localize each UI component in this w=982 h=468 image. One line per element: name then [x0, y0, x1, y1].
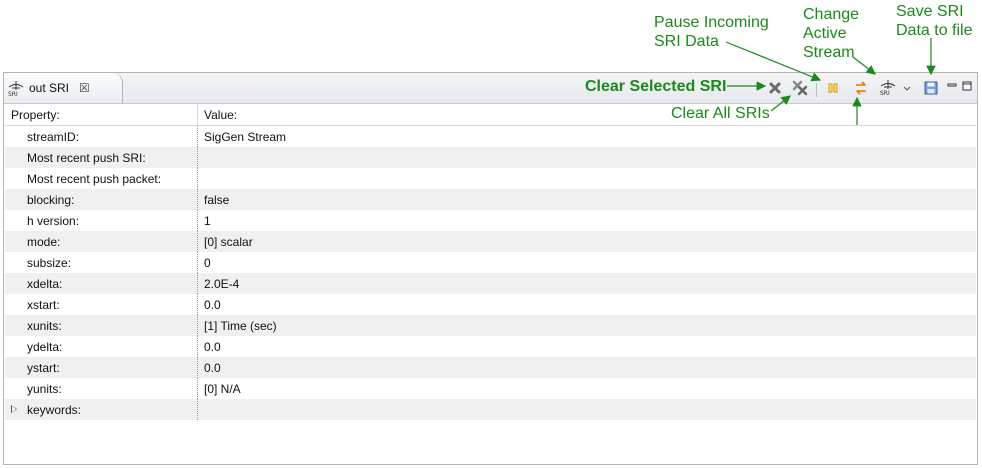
property-cell: xunits:	[5, 315, 198, 336]
table-row[interactable]: xdelta: 2.0E-4	[5, 273, 976, 294]
table-body: streamID: SigGen Stream Most recent push S…	[5, 126, 976, 420]
notify-push-sri-button[interactable]	[852, 79, 870, 97]
callout-change-line1: Change	[803, 6, 860, 23]
sri-antenna-icon: SRI	[880, 80, 896, 96]
property-cell: xdelta:	[5, 273, 198, 294]
table-row[interactable]: keywords:	[5, 399, 976, 420]
change-active-stream-dropdown[interactable]	[902, 79, 912, 97]
property-name: ydelta:	[27, 339, 63, 354]
pause-icon	[828, 83, 838, 93]
value-cell	[198, 147, 976, 168]
maximize-button[interactable]	[961, 77, 973, 95]
callout-save-line1: Save SRI	[896, 3, 964, 20]
property-table: Property: Value: streamID: SigGen Stream M…	[5, 104, 976, 463]
value-cell: 2.0E-4	[204, 276, 240, 291]
callout-pause-incoming: Pause Incoming SRI Data	[654, 13, 769, 51]
value-cell: 1	[204, 213, 211, 228]
value-cell: 0.0	[204, 360, 221, 375]
view-tab-bar: SRI out SRI ☒ SRI	[4, 73, 977, 104]
property-name: ystart:	[27, 360, 60, 375]
table-row[interactable]: ystart: 0.0	[5, 357, 976, 378]
property-name: blocking:	[27, 192, 75, 207]
property-cell: keywords:	[5, 399, 198, 420]
view-tab[interactable]: SRI out SRI ☒	[4, 73, 123, 103]
value-cell: [0] N/A	[204, 381, 241, 396]
property-cell: Most recent push packet:	[5, 168, 198, 189]
property-name: yunits:	[27, 381, 62, 396]
value-cell: 0.0	[204, 297, 221, 312]
sri-view: SRI out SRI ☒ SRI Property: Value: strea…	[3, 72, 978, 465]
table-row[interactable]: Most recent push packet:	[5, 168, 976, 189]
minimize-icon	[947, 83, 957, 87]
column-header-value[interactable]: Value:	[198, 104, 976, 125]
property-name: Most recent push packet:	[27, 171, 162, 186]
property-name: streamID:	[27, 129, 80, 144]
callout-save-sri: Save SRI Data to file	[896, 2, 972, 40]
property-cell: yunits:	[5, 378, 198, 399]
table-row[interactable]: ydelta: 0.0	[5, 336, 976, 357]
property-name: Most recent push SRI:	[27, 150, 146, 165]
expand-triangle-icon[interactable]	[11, 405, 17, 413]
callout-pause-line1: Pause Incoming	[654, 14, 769, 31]
property-cell: xstart:	[5, 294, 198, 315]
property-name: xdelta:	[27, 276, 63, 291]
double-x-icon	[792, 80, 808, 96]
view-tab-label: out SRI	[29, 81, 70, 95]
minimize-button[interactable]	[946, 77, 958, 95]
property-name: mode:	[27, 234, 61, 249]
table-row[interactable]: h version: 1	[5, 210, 976, 231]
table-row[interactable]: Most recent push SRI:	[5, 147, 976, 168]
table-row[interactable]: xstart: 0.0	[5, 294, 976, 315]
pause-incoming-button[interactable]	[824, 79, 842, 97]
change-active-stream-button[interactable]: SRI	[879, 78, 897, 96]
maximize-icon	[962, 81, 972, 91]
value-cell	[198, 168, 976, 189]
x-icon	[769, 82, 781, 94]
value-cell: SigGen Stream	[204, 129, 287, 144]
property-name: subsize:	[27, 255, 72, 270]
floppy-disk-icon	[924, 81, 938, 95]
toolbar-separator	[816, 83, 817, 97]
property-cell: ystart:	[5, 357, 198, 378]
swap-arrows-icon	[856, 81, 866, 95]
table-row[interactable]: subsize: 0	[5, 252, 976, 273]
value-cell	[198, 399, 976, 420]
close-icon[interactable]: ☒	[79, 82, 90, 94]
sri-antenna-icon: SRI	[7, 79, 25, 98]
property-cell: h version:	[5, 210, 198, 231]
property-cell: mode:	[5, 231, 198, 252]
property-name: xunits:	[27, 318, 62, 333]
svg-text:SRI: SRI	[880, 90, 890, 96]
property-cell: subsize:	[5, 252, 198, 273]
value-cell: [1] Time (sec)	[204, 318, 277, 333]
property-cell: ydelta:	[5, 336, 198, 357]
value-cell: 0.0	[204, 339, 221, 354]
svg-text:SRI: SRI	[8, 91, 18, 97]
save-sri-button[interactable]	[922, 79, 940, 97]
callout-save-line2: Data to file	[896, 22, 973, 39]
clear-selected-sri-button[interactable]	[766, 79, 784, 97]
column-header-property[interactable]: Property:	[5, 104, 198, 125]
property-cell: Most recent push SRI:	[5, 147, 198, 168]
table-row[interactable]: mode: [0] scalar	[5, 231, 976, 252]
property-cell: streamID:	[5, 126, 198, 147]
property-name: xstart:	[27, 297, 60, 312]
value-cell: false	[204, 192, 230, 207]
property-cell: blocking:	[5, 189, 198, 210]
table-header: Property: Value:	[5, 104, 976, 126]
callout-pause-line2: SRI Data	[654, 33, 719, 50]
table-row[interactable]: xunits: [1] Time (sec)	[5, 315, 976, 336]
callout-change-line2: Active	[803, 25, 847, 42]
chevron-down-icon	[903, 86, 911, 91]
value-cell: [0] scalar	[204, 234, 253, 249]
property-name: h version:	[27, 213, 80, 228]
callout-change-stream: Change Active Stream	[803, 5, 859, 62]
table-row[interactable]: blocking: false	[5, 189, 976, 210]
table-row[interactable]: streamID: SigGen Stream	[5, 126, 976, 147]
property-name: keywords:	[27, 402, 82, 417]
callout-change-line3: Stream	[803, 44, 855, 61]
value-cell: 0	[204, 255, 211, 270]
table-row[interactable]: yunits: [0] N/A	[5, 378, 976, 399]
clear-all-sris-button[interactable]	[791, 79, 809, 97]
